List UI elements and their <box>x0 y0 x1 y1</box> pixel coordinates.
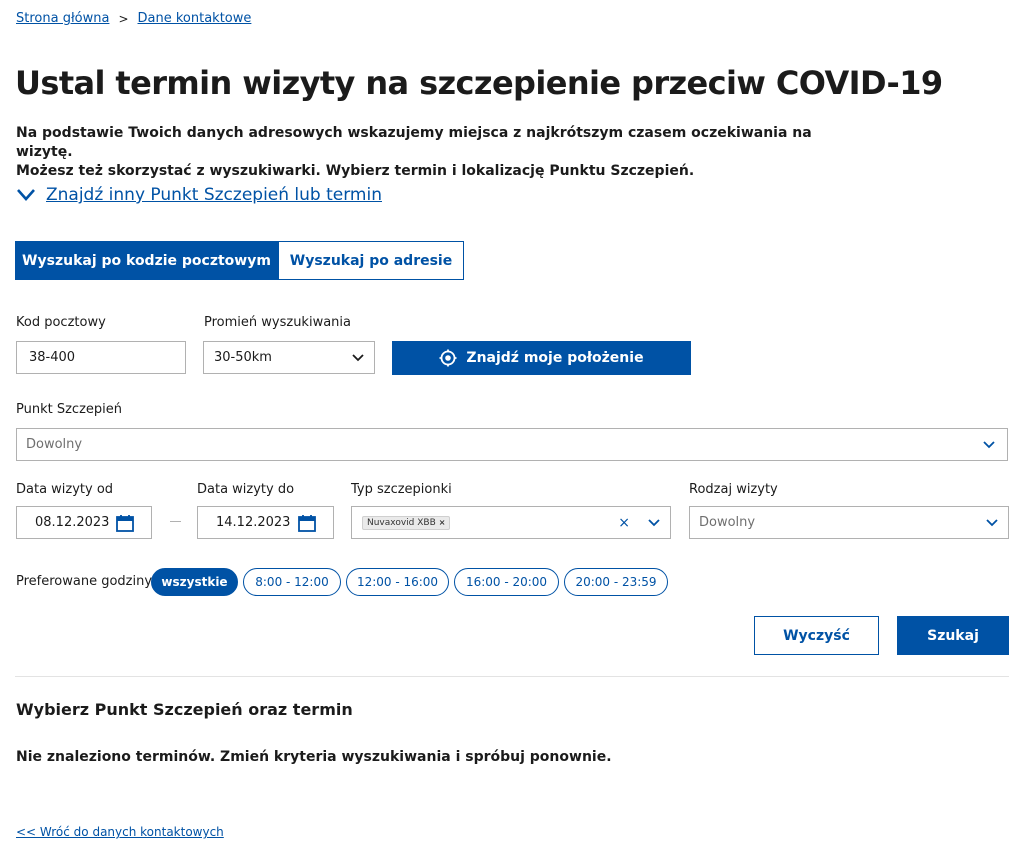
clear-button[interactable]: Wyczyść <box>754 616 879 655</box>
date-to-input[interactable]: 14.12.2023 <box>197 506 334 539</box>
hours-pill-all[interactable]: wszystkie <box>151 568 238 596</box>
vaccine-type-select[interactable]: Nuvaxovid XBB × × <box>351 506 671 539</box>
chevron-down-icon <box>648 518 660 526</box>
find-other-point-toggle[interactable]: Znajdź inny Punkt Szczepień lub termin <box>16 185 382 205</box>
chevron-down-icon <box>17 189 35 201</box>
vaccination-point-label: Punkt Szczepień <box>16 402 122 417</box>
date-to-label: Data wizyty do <box>197 482 295 497</box>
date-from-value: 08.12.2023 <box>35 515 110 530</box>
visit-type-label: Rodzaj wizyty <box>689 482 778 497</box>
vaccine-tag-label: Nuvaxovid XBB <box>367 517 436 528</box>
find-my-location-button[interactable]: Znajdź moje położenie <box>392 341 691 375</box>
hours-pill-12-16[interactable]: 12:00 - 16:00 <box>346 568 449 596</box>
radius-select[interactable]: 30-50km <box>203 341 375 374</box>
calendar-icon[interactable] <box>116 514 134 532</box>
hours-pill-20-24[interactable]: 20:00 - 23:59 <box>564 568 668 596</box>
vaccine-tag-remove-icon[interactable]: × <box>439 518 446 527</box>
breadcrumb-home-link[interactable]: Strona główna <box>16 11 109 26</box>
find-other-point-label: Znajdź inny Punkt Szczepień lub termin <box>46 185 382 205</box>
chevron-down-icon <box>983 440 995 448</box>
tab-address[interactable]: Wyszukaj po adresie <box>278 241 464 280</box>
hours-pill-16-20[interactable]: 16:00 - 20:00 <box>454 568 559 596</box>
chevron-down-icon <box>986 518 998 526</box>
chevron-down-icon <box>352 353 364 361</box>
radius-value: 30-50km <box>214 350 272 365</box>
search-button[interactable]: Szukaj <box>897 616 1009 655</box>
section-divider <box>15 676 1009 677</box>
date-to-value: 14.12.2023 <box>216 515 291 530</box>
back-to-contact-link[interactable]: << Wróć do danych kontaktowych <box>16 825 224 839</box>
postal-code-input[interactable]: 38-400 <box>16 341 186 374</box>
intro-text: Na podstawie Twoich danych adresowych ws… <box>16 124 816 181</box>
no-results-message: Nie znaleziono terminów. Zmień kryteria … <box>16 749 612 765</box>
clear-selection-icon[interactable]: × <box>618 515 630 531</box>
vaccine-tag: Nuvaxovid XBB × <box>362 515 451 530</box>
vaccination-point-select[interactable]: Dowolny <box>16 428 1008 461</box>
visit-type-select[interactable]: Dowolny <box>689 506 1009 539</box>
breadcrumb-separator: > <box>118 11 129 26</box>
preferred-hours-label: Preferowane godziny: <box>16 574 156 589</box>
postal-code-label: Kod pocztowy <box>16 315 106 330</box>
tab-postal-code[interactable]: Wyszukaj po kodzie pocztowym <box>15 241 278 280</box>
find-my-location-label: Znajdź moje położenie <box>466 350 644 366</box>
radius-label: Promień wyszukiwania <box>204 315 351 330</box>
vaccination-point-value: Dowolny <box>26 437 83 452</box>
date-from-label: Data wizyty od <box>16 482 114 497</box>
results-title: Wybierz Punkt Szczepień oraz termin <box>16 700 353 719</box>
breadcrumb-current-link[interactable]: Dane kontaktowe <box>138 11 252 26</box>
breadcrumb: Strona główna > Dane kontaktowe <box>16 11 251 26</box>
date-from-input[interactable]: 08.12.2023 <box>16 506 152 539</box>
date-range-dash <box>170 521 181 522</box>
calendar-icon[interactable] <box>298 514 316 532</box>
vaccine-type-label: Typ szczepionki <box>351 482 452 497</box>
visit-type-value: Dowolny <box>699 515 756 530</box>
search-mode-tabs: Wyszukaj po kodzie pocztowym Wyszukaj po… <box>15 241 464 280</box>
page-title: Ustal termin wizyty na szczepienie przec… <box>15 64 943 102</box>
intro-line-1: Na podstawie Twoich danych adresowych ws… <box>16 125 812 160</box>
location-target-icon <box>439 349 457 367</box>
intro-line-2: Możesz też skorzystać z wyszukiwarki. Wy… <box>16 163 695 179</box>
hours-pill-8-12[interactable]: 8:00 - 12:00 <box>243 568 341 596</box>
